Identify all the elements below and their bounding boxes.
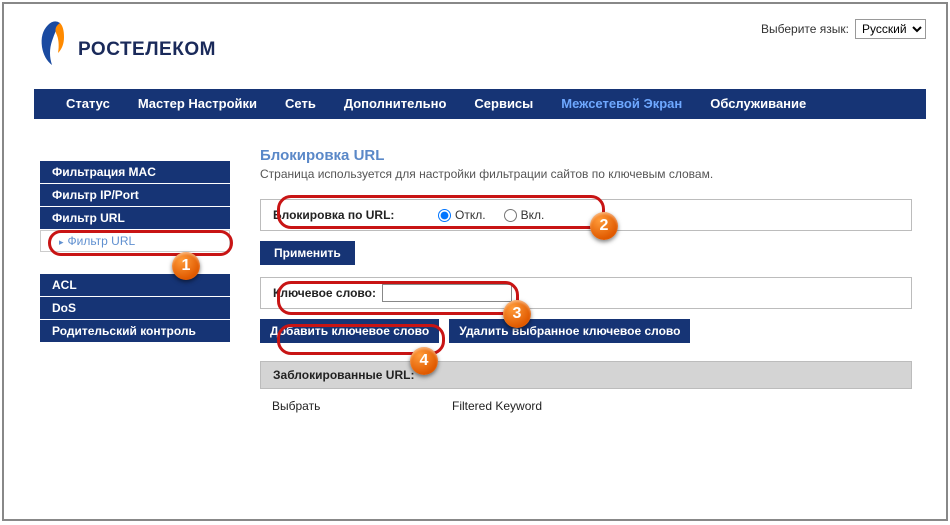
nav-firewall[interactable]: Межсетевой Экран bbox=[547, 89, 696, 119]
col-keyword: Filtered Keyword bbox=[452, 399, 542, 413]
add-keyword-button[interactable]: Добавить ключевое слово bbox=[260, 319, 439, 343]
logo: РОСТЕЛЕКОМ bbox=[34, 19, 216, 67]
radio-on-label: Вкл. bbox=[521, 208, 545, 222]
keyword-input[interactable] bbox=[382, 284, 512, 302]
radio-off[interactable] bbox=[438, 209, 451, 222]
nav-wizard[interactable]: Мастер Настройки bbox=[124, 89, 271, 119]
table-row: Выбрать Filtered Keyword bbox=[260, 389, 912, 431]
sidebar-url-filter-sub[interactable]: Фильтр URL bbox=[40, 230, 230, 252]
radio-off-label: Откл. bbox=[455, 208, 486, 222]
language-selector: Выберите язык: Русский bbox=[761, 19, 926, 39]
nav-services[interactable]: Сервисы bbox=[460, 89, 547, 119]
url-block-row: Блокировка по URL: Откл. Вкл. bbox=[260, 199, 912, 231]
blocked-header: Заблокированные URL: bbox=[260, 361, 912, 389]
page-desc: Страница используется для настройки филь… bbox=[260, 167, 912, 181]
sidebar-url-filter[interactable]: Фильтр URL bbox=[40, 207, 230, 230]
logo-icon bbox=[34, 19, 70, 67]
sidebar-mac-filter[interactable]: Фильтрация MAC bbox=[40, 161, 230, 184]
delete-keyword-button[interactable]: Удалить выбранное ключевое слово bbox=[449, 319, 690, 343]
sidebar-dos[interactable]: DoS bbox=[40, 297, 230, 320]
keyword-label: Ключевое слово: bbox=[273, 286, 376, 300]
sidebar-acl[interactable]: ACL bbox=[40, 274, 230, 297]
radio-off-wrap[interactable]: Откл. bbox=[438, 208, 486, 222]
radio-on-wrap[interactable]: Вкл. bbox=[504, 208, 545, 222]
page-title: Блокировка URL bbox=[260, 147, 912, 164]
col-select: Выбрать bbox=[272, 399, 452, 413]
nav-network[interactable]: Сеть bbox=[271, 89, 330, 119]
nav-maintenance[interactable]: Обслуживание bbox=[696, 89, 820, 119]
radio-on[interactable] bbox=[504, 209, 517, 222]
content: Блокировка URL Страница используется для… bbox=[260, 147, 912, 431]
nav-status[interactable]: Статус bbox=[52, 89, 124, 119]
sidebar: Фильтрация MAC Фильтр IP/Port Фильтр URL… bbox=[40, 147, 230, 431]
apply-button[interactable]: Применить bbox=[260, 241, 355, 265]
sidebar-ipport-filter[interactable]: Фильтр IP/Port bbox=[40, 184, 230, 207]
brand-name: РОСТЕЛЕКОМ bbox=[78, 39, 216, 61]
main-nav: Статус Мастер Настройки Сеть Дополнитель… bbox=[34, 89, 926, 119]
sidebar-parental[interactable]: Родительский контроль bbox=[40, 320, 230, 343]
nav-advanced[interactable]: Дополнительно bbox=[330, 89, 461, 119]
url-block-label: Блокировка по URL: bbox=[273, 208, 408, 222]
lang-select[interactable]: Русский bbox=[855, 19, 926, 39]
lang-label: Выберите язык: bbox=[761, 22, 849, 36]
keyword-row: Ключевое слово: bbox=[260, 277, 912, 309]
